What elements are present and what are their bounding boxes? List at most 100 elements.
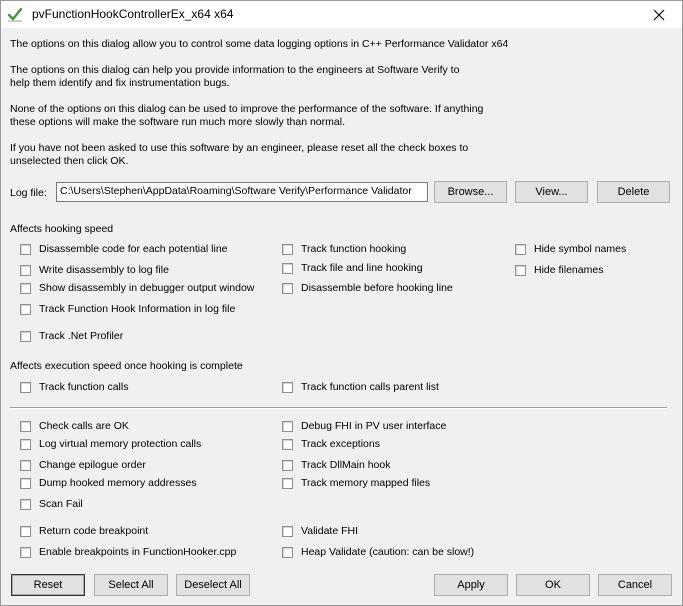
checkbox-label: Write disassembly to log file <box>39 264 169 276</box>
window-title: pvFunctionHookControllerEx_x64 x64 <box>32 7 234 21</box>
checkbox-box[interactable] <box>515 243 526 255</box>
checkbox-label: Return code breakpoint <box>39 525 149 537</box>
checkbox-track-net-profiler[interactable]: Track .Net Profiler <box>20 330 123 342</box>
browse-button[interactable]: Browse... <box>434 181 507 203</box>
checkbox-check-calls-ok[interactable]: Check calls are OK <box>20 420 129 432</box>
checkbox-label: Track memory mapped files <box>301 477 431 489</box>
checkbox-label: Hide filenames <box>534 264 604 276</box>
checkbox-label: Track exceptions <box>301 438 380 450</box>
checkbox-log-virtual-memory[interactable]: Log virtual memory protection calls <box>20 438 201 450</box>
checkbox-track-file-line-hooking[interactable]: Track file and line hooking <box>282 262 423 274</box>
checkbox-label: Show disassembly in debugger output wind… <box>39 282 255 294</box>
separator <box>10 407 667 409</box>
checkbox-hide-filenames[interactable]: Hide filenames <box>515 264 603 276</box>
checkbox-box[interactable] <box>20 525 31 537</box>
checkbox-track-function-calls-parent-list[interactable]: Track function calls parent list <box>282 381 439 393</box>
checkbox-scan-fail[interactable]: Scan Fail <box>20 498 83 510</box>
checkbox-track-memory-mapped-files[interactable]: Track memory mapped files <box>282 477 430 489</box>
checkbox-disassemble-code[interactable]: Disassemble code for each potential line <box>20 243 228 255</box>
log-file-label: Log file: <box>10 187 47 199</box>
intro-paragraph-2-line-2: help them identify and fix instrumentati… <box>10 77 230 89</box>
checkbox-box[interactable] <box>282 459 293 471</box>
delete-button[interactable]: Delete <box>597 181 670 203</box>
close-icon <box>653 9 665 20</box>
checkbox-track-exceptions[interactable]: Track exceptions <box>282 438 380 450</box>
reset-button[interactable]: Reset <box>11 574 85 596</box>
checkbox-box[interactable] <box>20 330 31 342</box>
checkbox-box[interactable] <box>282 282 293 294</box>
checkbox-change-epilogue-order[interactable]: Change epilogue order <box>20 459 146 471</box>
intro-paragraph-1: The options on this dialog allow you to … <box>10 38 509 50</box>
checkbox-label: Heap Validate (caution: can be slow!) <box>301 546 475 558</box>
checkbox-box[interactable] <box>282 381 293 393</box>
select-all-button[interactable]: Select All <box>94 574 168 596</box>
checkbox-track-dllmain-hook[interactable]: Track DllMain hook <box>282 459 390 471</box>
checkbox-box[interactable] <box>20 498 31 510</box>
checkbox-label: Track file and line hooking <box>301 262 423 274</box>
checkbox-box[interactable] <box>282 420 293 432</box>
checkbox-show-disassembly[interactable]: Show disassembly in debugger output wind… <box>20 282 254 294</box>
checkbox-box[interactable] <box>20 420 31 432</box>
intro-paragraph-4-line-2: unselected then click OK. <box>10 155 129 167</box>
apply-button[interactable]: Apply <box>434 574 508 596</box>
checkbox-box[interactable] <box>20 282 31 294</box>
checkbox-label: Dump hooked memory addresses <box>39 477 197 489</box>
execution-speed-heading: Affects execution speed once hooking is … <box>10 360 243 372</box>
checkbox-label: Track Function Hook Information in log f… <box>39 303 236 315</box>
checkbox-label: Track DllMain hook <box>301 459 391 471</box>
checkbox-box[interactable] <box>20 381 31 393</box>
hooking-speed-heading: Affects hooking speed <box>10 223 114 235</box>
checkbox-disassemble-before-hooking[interactable]: Disassemble before hooking line <box>282 282 453 294</box>
dialog-window: pvFunctionHookControllerEx_x64 x64 The o… <box>0 0 683 606</box>
checkbox-heap-validate[interactable]: Heap Validate (caution: can be slow!) <box>282 546 474 558</box>
checkbox-label: Disassemble code for each potential line <box>39 243 228 255</box>
checkbox-label: Track function calls <box>39 381 129 393</box>
checkbox-label: Disassemble before hooking line <box>301 282 453 294</box>
deselect-all-button[interactable]: Deselect All <box>176 574 250 596</box>
checkbox-label: Track .Net Profiler <box>39 330 124 342</box>
checkbox-enable-breakpoints[interactable]: Enable breakpoints in FunctionHooker.cpp <box>20 546 236 558</box>
checkbox-hide-symbol-names[interactable]: Hide symbol names <box>515 243 626 255</box>
intro-paragraph-3-line-2: these options will make the software run… <box>10 116 345 128</box>
checkbox-box[interactable] <box>282 525 293 537</box>
checkbox-box[interactable] <box>282 438 293 450</box>
ok-button[interactable]: OK <box>516 574 590 596</box>
checkbox-box[interactable] <box>20 264 31 276</box>
cancel-button[interactable]: Cancel <box>598 574 672 596</box>
intro-paragraph-3-line-1: None of the options on this dialog can b… <box>10 103 484 115</box>
checkbox-label: Track function hooking <box>301 243 407 255</box>
checkbox-label: Enable breakpoints in FunctionHooker.cpp <box>39 546 237 558</box>
intro-paragraph-2-line-1: The options on this dialog can help you … <box>10 64 460 76</box>
checkbox-write-disassembly[interactable]: Write disassembly to log file <box>20 264 169 276</box>
intro-paragraph-4-line-1: If you have not been asked to use this s… <box>10 142 469 154</box>
checkbox-box[interactable] <box>20 243 31 255</box>
checkbox-box[interactable] <box>515 264 526 276</box>
log-file-input[interactable]: C:\Users\Stephen\AppData\Roaming\Softwar… <box>56 182 428 202</box>
view-button[interactable]: View... <box>515 181 588 203</box>
checkbox-box[interactable] <box>282 262 293 274</box>
checkbox-label: Debug FHI in PV user interface <box>301 420 447 432</box>
checkbox-label: Track function calls parent list <box>301 381 439 393</box>
checkbox-box[interactable] <box>282 546 293 558</box>
checkbox-track-fhi-log[interactable]: Track Function Hook Information in log f… <box>20 303 235 315</box>
checkbox-return-code-breakpoint[interactable]: Return code breakpoint <box>20 525 148 537</box>
checkbox-box[interactable] <box>20 546 31 558</box>
checkbox-debug-fhi[interactable]: Debug FHI in PV user interface <box>282 420 446 432</box>
checkbox-box[interactable] <box>282 243 293 255</box>
checkbox-box[interactable] <box>20 438 31 450</box>
checkbox-box[interactable] <box>20 459 31 471</box>
checkbox-label: Log virtual memory protection calls <box>39 438 202 450</box>
checkbox-validate-fhi[interactable]: Validate FHI <box>282 525 358 537</box>
checkbox-label: Validate FHI <box>301 525 358 537</box>
checkbox-dump-hooked-memory[interactable]: Dump hooked memory addresses <box>20 477 197 489</box>
checkbox-label: Hide symbol names <box>534 243 627 255</box>
checkmark-icon <box>7 7 23 22</box>
checkbox-box[interactable] <box>282 477 293 489</box>
title-bar[interactable]: pvFunctionHookControllerEx_x64 x64 <box>1 1 682 28</box>
checkbox-box[interactable] <box>20 303 31 315</box>
checkbox-label: Scan Fail <box>39 498 83 510</box>
checkbox-box[interactable] <box>20 477 31 489</box>
checkbox-track-function-calls[interactable]: Track function calls <box>20 381 128 393</box>
close-button[interactable] <box>636 1 682 28</box>
checkbox-track-function-hooking[interactable]: Track function hooking <box>282 243 406 255</box>
